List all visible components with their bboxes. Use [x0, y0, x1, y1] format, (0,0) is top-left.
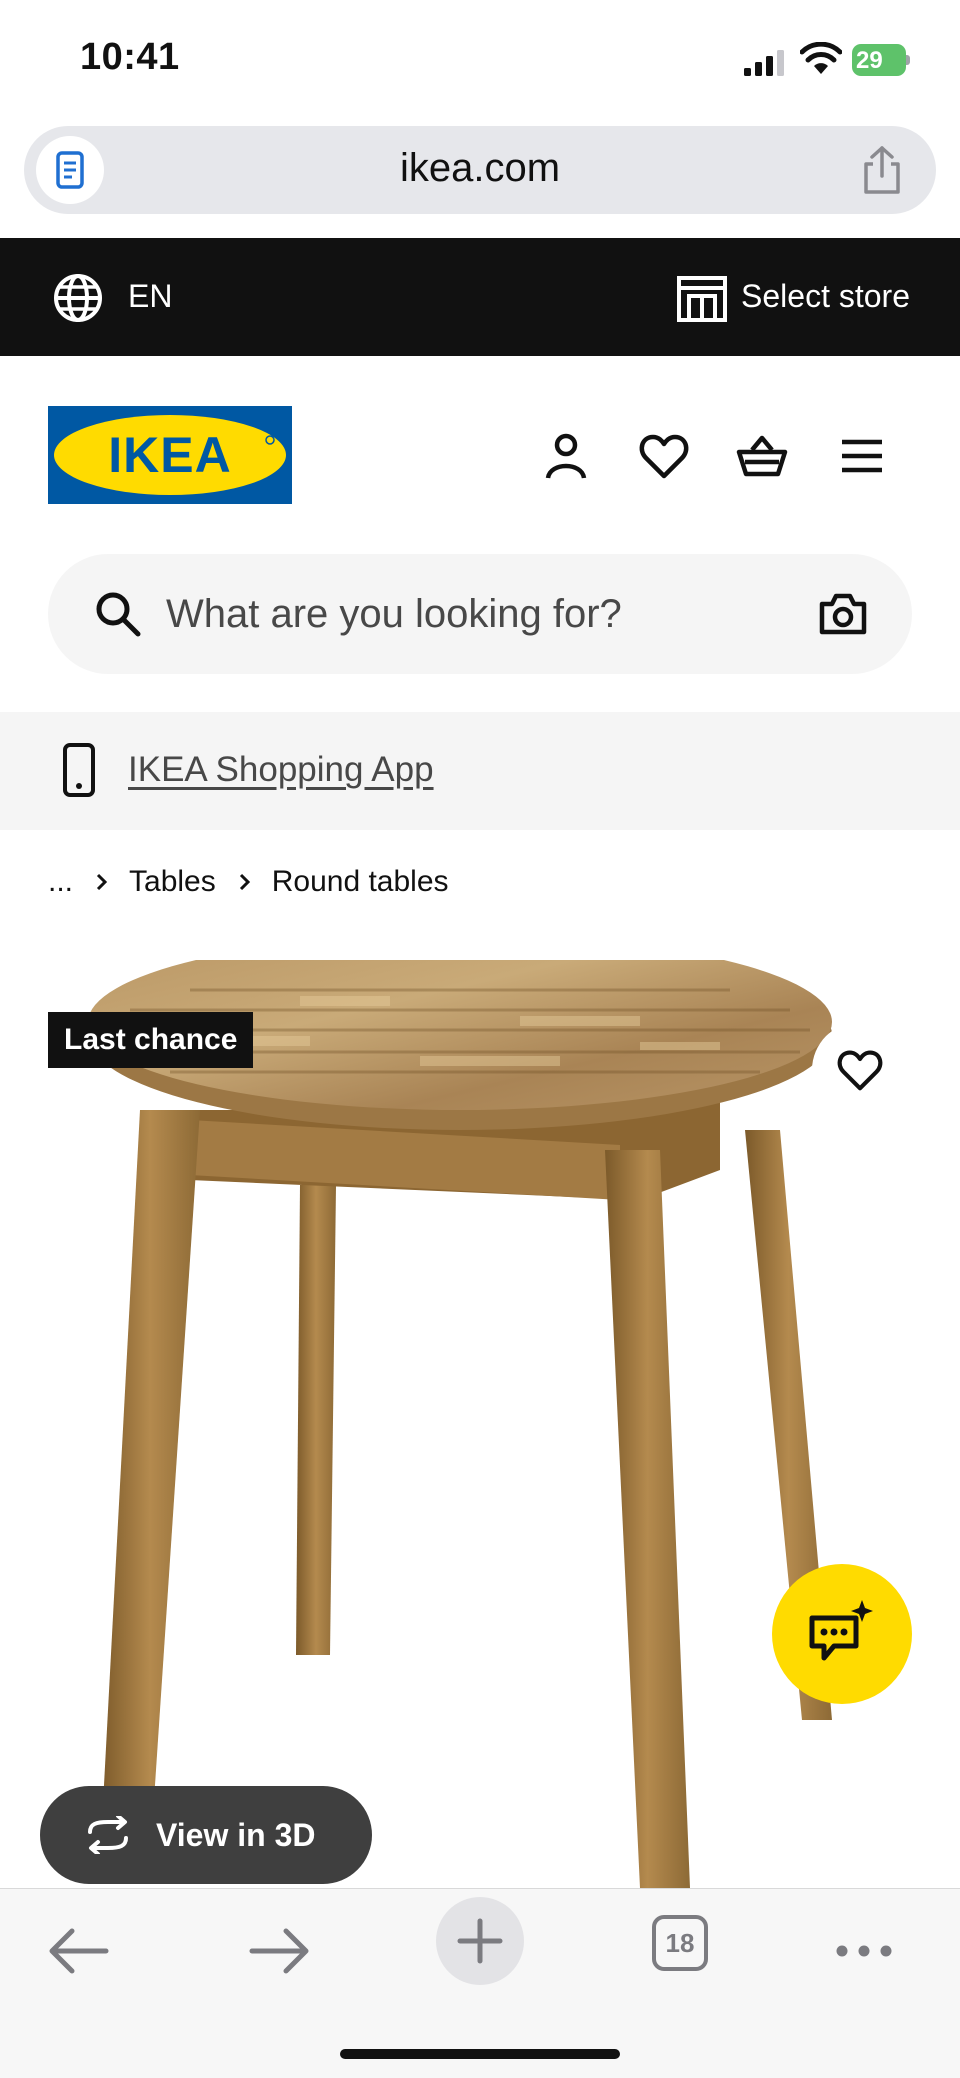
- app-banner: IKEA Shopping App: [0, 712, 960, 830]
- add-to-favourites-button[interactable]: [812, 1022, 908, 1118]
- chat-assistant-button[interactable]: [772, 1564, 912, 1704]
- store-icon[interactable]: [676, 272, 728, 324]
- camera-icon[interactable]: [818, 590, 868, 638]
- battery-indicator: 29: [852, 44, 910, 76]
- globe-icon[interactable]: [52, 272, 104, 324]
- ikea-logo-mark: IKEA: [48, 406, 292, 504]
- select-store-link[interactable]: Select store: [741, 278, 910, 315]
- chat-sparkle-icon: [809, 1600, 873, 1661]
- status-bar: 10:41 29: [0, 0, 960, 120]
- rotate-3d-icon: [88, 1816, 128, 1854]
- home-indicator: [340, 2049, 620, 2059]
- address-bar[interactable]: ikea.com: [24, 126, 936, 214]
- menu-icon[interactable]: [836, 430, 888, 482]
- phone-icon: [63, 743, 95, 797]
- plus-icon: [457, 1918, 503, 1964]
- heart-icon[interactable]: [638, 430, 690, 482]
- search-input[interactable]: [166, 582, 766, 646]
- battery-level: 29: [856, 47, 883, 74]
- ikea-logo[interactable]: IKEA: [48, 406, 292, 504]
- search-icon[interactable]: [94, 590, 142, 638]
- tabs-button[interactable]: 18: [652, 1915, 708, 1971]
- view-in-3d-label: View in 3D: [156, 1817, 316, 1853]
- browser-toolbar: 18: [0, 1888, 960, 2078]
- breadcrumb: ... Tables Round tables: [48, 862, 449, 902]
- breadcrumb-ellipsis[interactable]: ...: [48, 865, 73, 899]
- search-bar[interactable]: [48, 554, 912, 674]
- chevron-right-icon: [95, 872, 109, 892]
- chevron-right-icon: [238, 872, 252, 892]
- battery-body: 29: [852, 44, 906, 76]
- utility-strip: EN Select store: [0, 238, 960, 356]
- more-icon[interactable]: [826, 1919, 902, 1983]
- language-selector[interactable]: EN: [128, 278, 172, 315]
- cellular-signal-icon: [744, 50, 784, 76]
- breadcrumb-item-round-tables[interactable]: Round tables: [272, 865, 449, 899]
- url-text[interactable]: ikea.com: [24, 146, 936, 191]
- forward-arrow-icon[interactable]: [242, 1919, 318, 1983]
- basket-icon[interactable]: [736, 430, 788, 482]
- user-icon[interactable]: [540, 430, 592, 482]
- shopping-app-link[interactable]: IKEA Shopping App: [128, 750, 434, 790]
- view-in-3d-button[interactable]: View in 3D: [40, 1786, 372, 1884]
- breadcrumb-item-tables[interactable]: Tables: [129, 865, 216, 899]
- last-chance-badge: Last chance: [48, 1012, 254, 1068]
- heart-icon: [837, 1050, 883, 1091]
- logo-text: IKEA: [108, 427, 231, 483]
- product-image[interactable]: [0, 960, 960, 1888]
- back-arrow-icon[interactable]: [40, 1919, 116, 1983]
- status-time: 10:41: [80, 36, 180, 78]
- wifi-icon: [800, 42, 842, 74]
- new-tab-button[interactable]: [436, 1897, 524, 1985]
- battery-cap: [906, 55, 910, 65]
- round-table-illustration: [88, 960, 832, 1888]
- share-icon[interactable]: [858, 144, 906, 196]
